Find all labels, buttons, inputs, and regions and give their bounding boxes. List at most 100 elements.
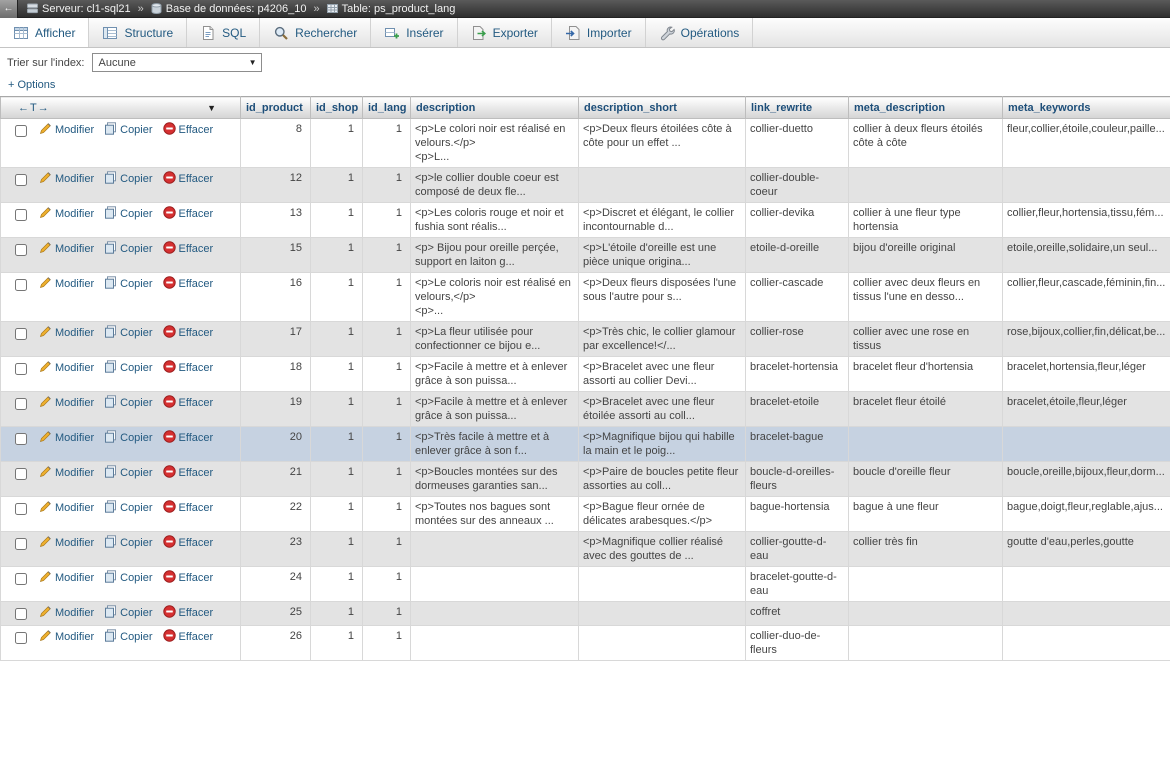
row-copy-link[interactable]: Copier	[104, 570, 153, 584]
breadcrumb-table[interactable]: Table: ps_product_lang	[326, 3, 455, 15]
breadcrumb-server[interactable]: Serveur: cl1-sql21	[27, 3, 131, 15]
pencil-icon	[39, 465, 52, 482]
copy-icon	[104, 535, 117, 552]
row-copy-link[interactable]: Copier	[104, 605, 153, 619]
row-edit-link[interactable]: Modifier	[39, 396, 94, 409]
cell-description	[410, 566, 579, 602]
row-delete-label: Effacer	[178, 502, 214, 514]
row-delete-link[interactable]: Effacer	[162, 360, 213, 374]
column-header-id_lang[interactable]: id_lang	[362, 96, 411, 119]
row-edit-link[interactable]: Modifier	[39, 501, 94, 514]
row-copy-link[interactable]: Copier	[104, 122, 153, 136]
row-copy-link[interactable]: Copier	[104, 629, 153, 643]
row-checkbox[interactable]	[15, 502, 27, 515]
row-delete-label: Effacer	[178, 124, 214, 136]
back-arrow-icon: ←	[3, 3, 14, 14]
sort-index-select[interactable]: Aucune ▼	[91, 53, 262, 72]
cell-id_lang: 1	[362, 356, 411, 392]
row-edit-link[interactable]: Modifier	[39, 630, 94, 643]
row-copy-link[interactable]: Copier	[104, 241, 153, 255]
row-delete-label: Effacer	[178, 537, 214, 549]
row-delete-link[interactable]: Effacer	[162, 122, 214, 136]
column-header-meta_description[interactable]: meta_description	[848, 96, 1003, 119]
row-edit-link[interactable]: Modifier	[39, 172, 94, 185]
row-delete-link[interactable]: Effacer	[162, 500, 214, 514]
row-delete-link[interactable]: Effacer	[162, 629, 213, 646]
column-header-description_short[interactable]: description_short	[578, 96, 746, 119]
breadcrumb-separator: »	[137, 2, 144, 15]
row-edit-link[interactable]: Modifier	[39, 536, 94, 549]
column-header-id_product[interactable]: id_product	[240, 96, 311, 119]
row-checkbox[interactable]	[15, 631, 27, 644]
tab-rechercher[interactable]: Rechercher	[260, 18, 372, 47]
column-header-link_rewrite[interactable]: link_rewrite	[745, 96, 849, 119]
row-checkbox[interactable]	[15, 432, 27, 445]
row-delete-link[interactable]: Effacer	[162, 535, 214, 549]
row-copy-link[interactable]: Copier	[104, 171, 153, 185]
row-checkbox[interactable]	[15, 467, 27, 480]
row-edit-link[interactable]: Modifier	[39, 571, 94, 584]
column-header-description[interactable]: description	[410, 96, 579, 119]
row-edit-link[interactable]: Modifier	[39, 326, 94, 339]
row-edit-link[interactable]: Modifier	[39, 277, 94, 290]
row-checkbox[interactable]	[15, 173, 27, 186]
tab-exporter[interactable]: Exporter	[458, 18, 552, 47]
row-edit-link[interactable]: Modifier	[39, 431, 94, 444]
row-checkbox[interactable]	[15, 327, 27, 340]
cell-id_lang: 1	[362, 167, 411, 203]
cell-meta_keywords: bague,doigt,fleur,reglable,ajus...	[1002, 496, 1170, 532]
row-edit-link[interactable]: Modifier	[39, 606, 94, 619]
row-edit-link[interactable]: Modifier	[39, 123, 94, 136]
tab-structure[interactable]: Structure	[89, 18, 188, 47]
row-copy-link[interactable]: Copier	[104, 360, 153, 374]
row-delete-link[interactable]: Effacer	[162, 430, 213, 444]
tab-sql[interactable]: SQL	[187, 18, 261, 47]
row-copy-link[interactable]: Copier	[104, 430, 153, 444]
row-edit-link[interactable]: Modifier	[39, 242, 94, 255]
row-checkbox[interactable]	[15, 278, 27, 291]
row-checkbox[interactable]	[15, 243, 27, 256]
row-copy-link[interactable]: Copier	[104, 395, 153, 409]
row-edit-link[interactable]: Modifier	[39, 361, 94, 374]
row-checkbox[interactable]	[15, 124, 27, 137]
cell-id_shop: 1	[310, 531, 363, 567]
collapse-nav-button[interactable]: ←	[0, 0, 18, 18]
row-checkbox[interactable]	[15, 208, 27, 221]
row-checkbox[interactable]	[15, 397, 27, 410]
row-copy-link[interactable]: Copier	[104, 535, 153, 552]
column-header-meta_keywords[interactable]: meta_keywords	[1002, 96, 1170, 119]
row-actions: Modifier Copier Effacer	[0, 531, 241, 567]
row-copy-link[interactable]: Copier	[104, 325, 153, 339]
row-checkbox[interactable]	[15, 607, 27, 620]
tab-importer[interactable]: Importer	[552, 18, 646, 47]
column-header-id_shop[interactable]: id_shop	[310, 96, 363, 119]
row-copy-link[interactable]: Copier	[104, 206, 153, 220]
row-delete-link[interactable]: Effacer	[162, 465, 213, 479]
tab-inserer[interactable]: Insérer	[371, 18, 458, 47]
cell-link_rewrite: collier-cascade	[745, 272, 849, 322]
row-edit-link[interactable]: Modifier	[39, 465, 94, 482]
row-checkbox[interactable]	[15, 537, 27, 550]
options-toggle[interactable]: + Options	[8, 79, 55, 91]
row-delete-link[interactable]: Effacer	[162, 206, 213, 220]
row-edit-link[interactable]: Modifier	[39, 207, 94, 220]
row-delete-link[interactable]: Effacer	[162, 325, 213, 339]
row-delete-link[interactable]: Effacer	[162, 276, 213, 290]
row-copy-link[interactable]: Copier	[104, 276, 153, 290]
row-checkbox[interactable]	[15, 572, 27, 585]
row-delete-link[interactable]: Effacer	[162, 241, 213, 255]
row-delete-link[interactable]: Effacer	[162, 395, 213, 409]
row-delete-link[interactable]: Effacer	[162, 171, 213, 185]
sort-descending-icon[interactable]: ▼	[207, 103, 216, 113]
tab-operations[interactable]: Opérations	[646, 18, 754, 47]
delete-icon	[162, 629, 176, 646]
breadcrumb-database[interactable]: Base de données: p4206_10	[151, 3, 306, 15]
row-delete-link[interactable]: Effacer	[162, 605, 213, 619]
row-checkbox[interactable]	[15, 362, 27, 375]
row-copy-link[interactable]: Copier	[104, 465, 153, 479]
cell-link_rewrite: boucle-d-oreilles-fleurs	[745, 461, 849, 497]
tab-afficher[interactable]: Afficher	[0, 18, 90, 47]
row-delete-link[interactable]: Effacer	[162, 570, 213, 584]
fulltext-toggle[interactable]: ←T→	[18, 102, 50, 114]
row-copy-link[interactable]: Copier	[104, 500, 153, 514]
